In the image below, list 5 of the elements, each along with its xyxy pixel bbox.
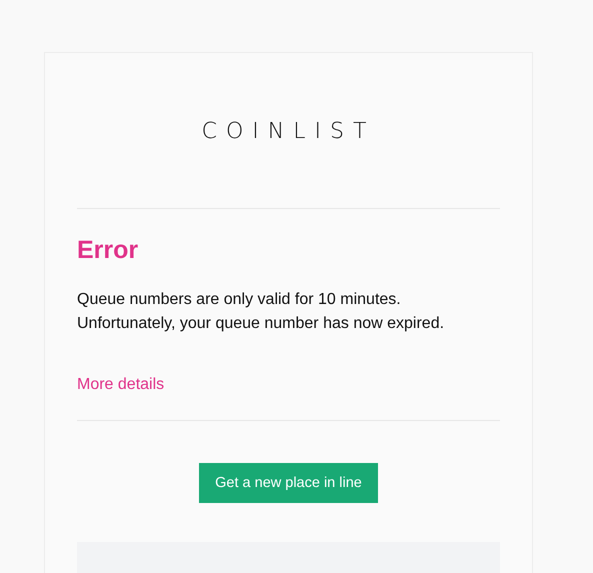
error-heading: Error (77, 235, 140, 265)
more-details-link[interactable]: More details (77, 376, 164, 394)
error-message: Queue numbers are only valid for 10 minutes. Unfortunately, your queue number has now expired. (77, 290, 446, 334)
new-place-button[interactable]: Get a new place in line (199, 463, 378, 503)
logo: COINLIST (202, 118, 376, 146)
